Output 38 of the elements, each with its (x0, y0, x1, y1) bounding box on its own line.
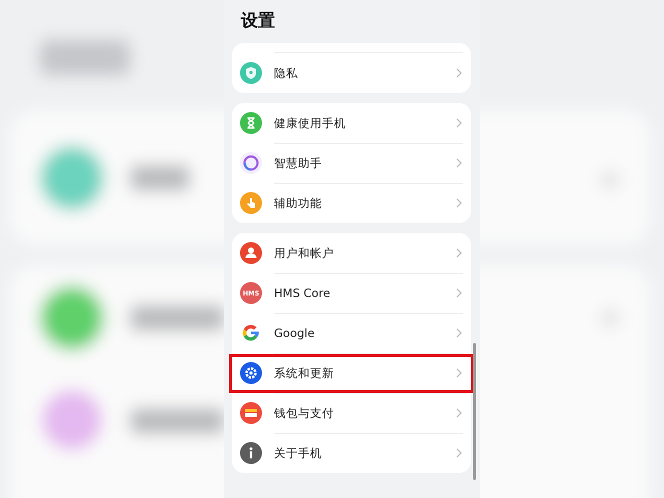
page-title: 设置 (240, 10, 276, 33)
settings-item[interactable]: 关于手机 (240, 433, 471, 473)
item-label: 智慧助手 (274, 156, 323, 170)
settings-item[interactable]: 隐私 (240, 53, 471, 93)
hand-icon (240, 192, 262, 214)
chevron-icon (456, 158, 462, 168)
item-label: 系统和更新 (274, 366, 335, 380)
item-label: 辅助功能 (274, 196, 323, 210)
shield-icon (240, 62, 262, 84)
chevron-icon (456, 288, 462, 298)
chevron-icon (456, 68, 462, 78)
item-label: 关于手机 (274, 446, 323, 460)
ring-icon (240, 152, 262, 174)
item-label: 钱包与支付 (274, 406, 335, 420)
chevron-icon (456, 328, 462, 338)
settings-icon (240, 362, 262, 384)
item-label: 隐私 (274, 66, 299, 80)
settings-item[interactable]: Google (240, 313, 471, 353)
item-label: Google (274, 326, 316, 340)
settings-item[interactable]: 辅助功能 (240, 183, 471, 223)
chevron-icon (456, 368, 462, 378)
wallet-icon (240, 402, 262, 424)
hourglass-icon (240, 112, 262, 134)
settings-item[interactable]: 用户和帐户 (240, 233, 471, 273)
settings-item[interactable]: 健康使用手机 (240, 103, 471, 143)
item-label: HMS Core (274, 286, 332, 300)
info-icon (240, 442, 262, 464)
chevron-icon (456, 198, 462, 208)
item-label: 健康使用手机 (274, 116, 347, 130)
item-label: 用户和帐户 (274, 246, 335, 260)
chevron-icon (456, 118, 462, 128)
chevron-icon (456, 408, 462, 418)
person-icon (240, 242, 262, 264)
settings-item[interactable]: 系统和更新 (240, 353, 471, 393)
settings-item[interactable]: 智慧助手 (240, 143, 471, 183)
chevron-icon (456, 448, 462, 458)
settings-item[interactable]: 钱包与支付 (240, 393, 471, 433)
chevron-icon (456, 248, 462, 258)
